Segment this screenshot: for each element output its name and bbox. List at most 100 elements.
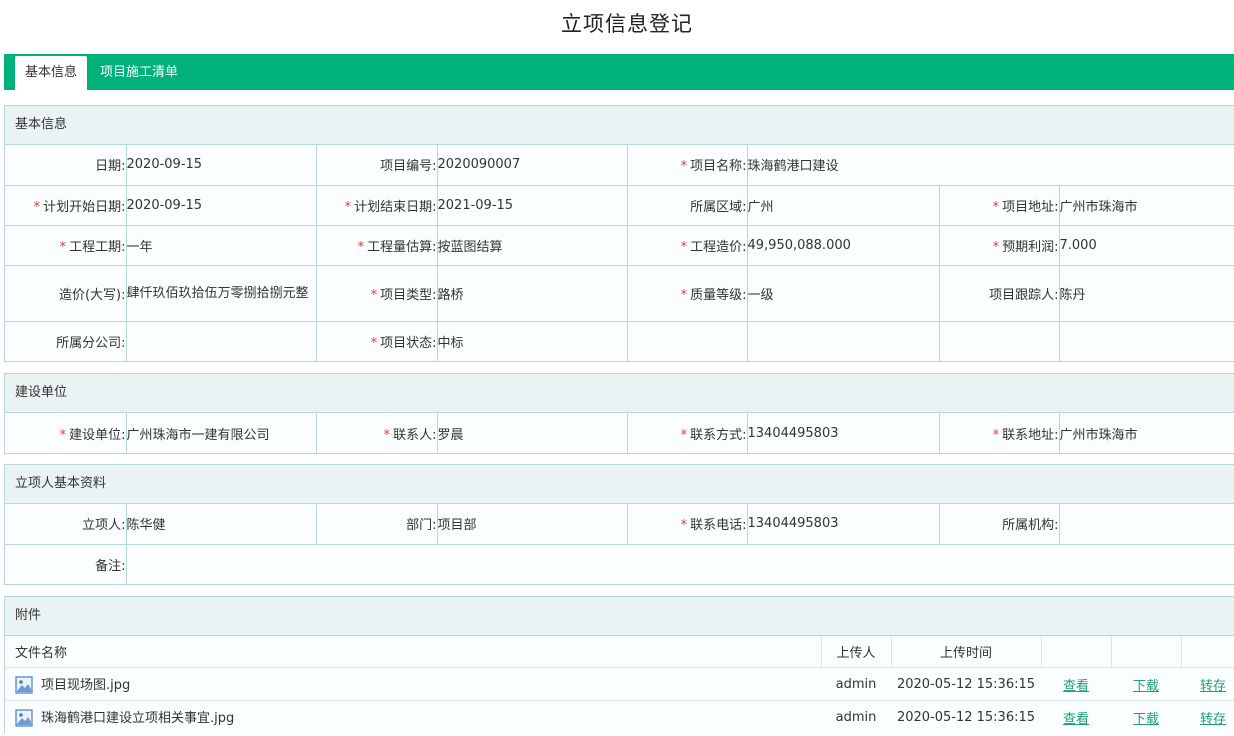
period-value[interactable]: 一年 xyxy=(126,225,317,266)
image-file-icon xyxy=(15,676,33,694)
applicant-phone-label: * 联系电话: xyxy=(627,504,748,545)
region-label: 所属区域: xyxy=(627,185,748,226)
profit-label: * 预期利润: xyxy=(939,225,1060,266)
col-file-name: 文件名称 xyxy=(5,636,822,668)
col-empty xyxy=(1111,636,1182,668)
applicant-phone-value[interactable]: 13404495803 xyxy=(747,504,940,545)
builder-unit-value[interactable]: 广州珠海市一建有限公司 xyxy=(126,413,317,453)
status-value[interactable]: 中标 xyxy=(437,321,628,361)
attachments-heading: 附件 xyxy=(5,597,1234,636)
dept-label: 部门: xyxy=(316,504,438,545)
quality-value[interactable]: 一级 xyxy=(747,265,940,322)
project-address-value[interactable]: 广州市珠海市 xyxy=(1059,185,1234,226)
project-type-label: * 项目类型: xyxy=(316,265,438,322)
table-row: 项目现场图.jpg admin 2020-05-12 15:36:15 查看 下… xyxy=(5,667,1234,701)
empty-cell xyxy=(939,321,1060,361)
plan-end-label: * 计划结束日期: xyxy=(316,185,438,226)
tab-basic-info[interactable]: 基本信息 xyxy=(15,56,88,90)
image-file-icon xyxy=(15,709,33,727)
quality-label: * 质量等级: xyxy=(627,265,748,322)
cost-upper-label: 造价(大写): xyxy=(5,265,127,322)
date-label: 日期: xyxy=(5,145,127,186)
builder-section: 建设单位 * 建设单位: 广州珠海市一建有限公司 * 联系人: 罗晨 * 联系方式: … xyxy=(4,373,1234,454)
page-title: 立项信息登记 xyxy=(561,12,693,36)
file-name-cell: 项目现场图.jpg xyxy=(5,667,821,701)
attachments-table: 文件名称 上传人 上传时间 项目现场图.jpg admin 2020-05-12… xyxy=(5,636,1234,733)
dept-value[interactable]: 项目部 xyxy=(437,504,628,545)
empty-cell xyxy=(747,321,940,361)
col-empty xyxy=(1041,636,1112,668)
download-link[interactable]: 下载 xyxy=(1133,712,1159,727)
date-value[interactable]: 2020-09-15 xyxy=(126,145,317,186)
org-value[interactable] xyxy=(1059,504,1234,545)
save-link[interactable]: 转存 xyxy=(1200,679,1226,694)
col-upload-time: 上传时间 xyxy=(891,636,1042,668)
save-link-cell: 转存 xyxy=(1181,667,1234,701)
builder-table: * 建设单位: 广州珠海市一建有限公司 * 联系人: 罗晨 * 联系方式: 13404… xyxy=(5,413,1234,453)
file-uploader: admin xyxy=(821,667,891,701)
project-code-label: 项目编号: xyxy=(316,145,438,186)
project-name-value[interactable]: 珠海鹤港口建设 xyxy=(747,145,1234,186)
contact-phone-value[interactable]: 13404495803 xyxy=(747,413,940,453)
cost-upper-value[interactable]: 肆仟玖佰玖拾伍万零捌拾捌元整 xyxy=(126,265,317,322)
contact-value[interactable]: 罗晨 xyxy=(437,413,628,453)
estimate-label: * 工程量估算: xyxy=(316,225,438,266)
contact-label: * 联系人: xyxy=(316,413,438,453)
plan-start-value[interactable]: 2020-09-15 xyxy=(126,185,317,226)
remark-label: 备注: xyxy=(5,544,127,584)
download-link[interactable]: 下载 xyxy=(1133,679,1159,694)
view-link-cell: 查看 xyxy=(1041,701,1111,734)
org-label: 所属机构: xyxy=(939,504,1060,545)
estimate-value[interactable]: 按蓝图结算 xyxy=(437,225,628,266)
download-link-cell: 下载 xyxy=(1111,701,1181,734)
tab-bar: 基本信息 项目施工清单 xyxy=(4,54,1234,90)
file-upload-time: 2020-05-12 15:36:15 xyxy=(891,667,1041,701)
cost-value[interactable]: 49,950,088.000 xyxy=(747,225,940,266)
file-name: 项目现场图.jpg xyxy=(41,677,131,693)
empty-cell xyxy=(627,321,748,361)
contact-address-label: * 联系地址: xyxy=(939,413,1060,453)
project-address-label: * 项目地址: xyxy=(939,185,1060,226)
empty-cell xyxy=(1059,321,1234,361)
attachments-section: 附件 文件名称 上传人 上传时间 项目现场图.jpg admin 2020-05… xyxy=(4,596,1234,733)
project-name-label: * 项目名称: xyxy=(627,145,748,186)
region-value[interactable]: 广州 xyxy=(747,185,940,226)
col-uploader: 上传人 xyxy=(821,636,892,668)
branch-label: 所属分公司: xyxy=(5,321,127,361)
file-uploader: admin xyxy=(835,709,877,725)
tracker-label: 项目跟踪人: xyxy=(939,265,1060,322)
file-name-cell: 珠海鹤港口建设立项相关事宜.jpg xyxy=(5,701,821,734)
view-link[interactable]: 查看 xyxy=(1063,712,1089,727)
period-label: * 工程工期: xyxy=(5,225,127,266)
basic-info-heading: 基本信息 xyxy=(5,106,1234,145)
plan-start-label: * 计划开始日期: xyxy=(5,185,127,226)
applicant-section: 立项人基本资料 立项人: 陈华健 部门: 项目部 * 联系电话: 13404495… xyxy=(4,464,1234,585)
tracker-value[interactable]: 陈丹 xyxy=(1059,265,1234,322)
view-link-cell: 查看 xyxy=(1041,667,1111,701)
applicant-label: 立项人: xyxy=(5,504,127,545)
basic-info-table: 日期: 2020-09-15 项目编号: 2020090007 * 项目名称: 珠… xyxy=(5,145,1234,361)
view-link[interactable]: 查看 xyxy=(1063,679,1089,694)
profit-value[interactable]: 7.000 xyxy=(1059,225,1234,266)
branch-value[interactable] xyxy=(126,321,317,361)
file-name: 珠海鹤港口建设立项相关事宜.jpg xyxy=(41,710,235,726)
remark-value[interactable] xyxy=(126,544,1234,584)
project-type-value[interactable]: 路桥 xyxy=(437,265,628,322)
builder-heading: 建设单位 xyxy=(5,374,1234,413)
plan-end-value[interactable]: 2021-09-15 xyxy=(437,185,628,226)
tab-construction-list[interactable]: 项目施工清单 xyxy=(90,56,188,90)
download-link-cell: 下载 xyxy=(1111,667,1181,701)
basic-info-section: 基本信息 日期: 2020-09-15 项目编号: 2020090007 * 项目… xyxy=(4,105,1234,362)
contact-address-value[interactable]: 广州市珠海市 xyxy=(1059,413,1234,453)
save-link[interactable]: 转存 xyxy=(1200,712,1226,727)
status-label: * 项目状态: xyxy=(316,321,438,361)
col-empty xyxy=(1181,636,1234,668)
applicant-value[interactable]: 陈华健 xyxy=(126,504,317,545)
builder-unit-label: * 建设单位: xyxy=(5,413,127,453)
project-code-value[interactable]: 2020090007 xyxy=(437,145,628,186)
file-upload-time: 2020-05-12 15:36:15 xyxy=(896,709,1036,725)
table-row: 珠海鹤港口建设立项相关事宜.jpg admin 2020-05-12 15:36… xyxy=(5,701,1234,734)
cost-label: * 工程造价: xyxy=(627,225,748,266)
save-link-cell: 转存 xyxy=(1181,701,1234,734)
applicant-heading: 立项人基本资料 xyxy=(5,465,1234,504)
